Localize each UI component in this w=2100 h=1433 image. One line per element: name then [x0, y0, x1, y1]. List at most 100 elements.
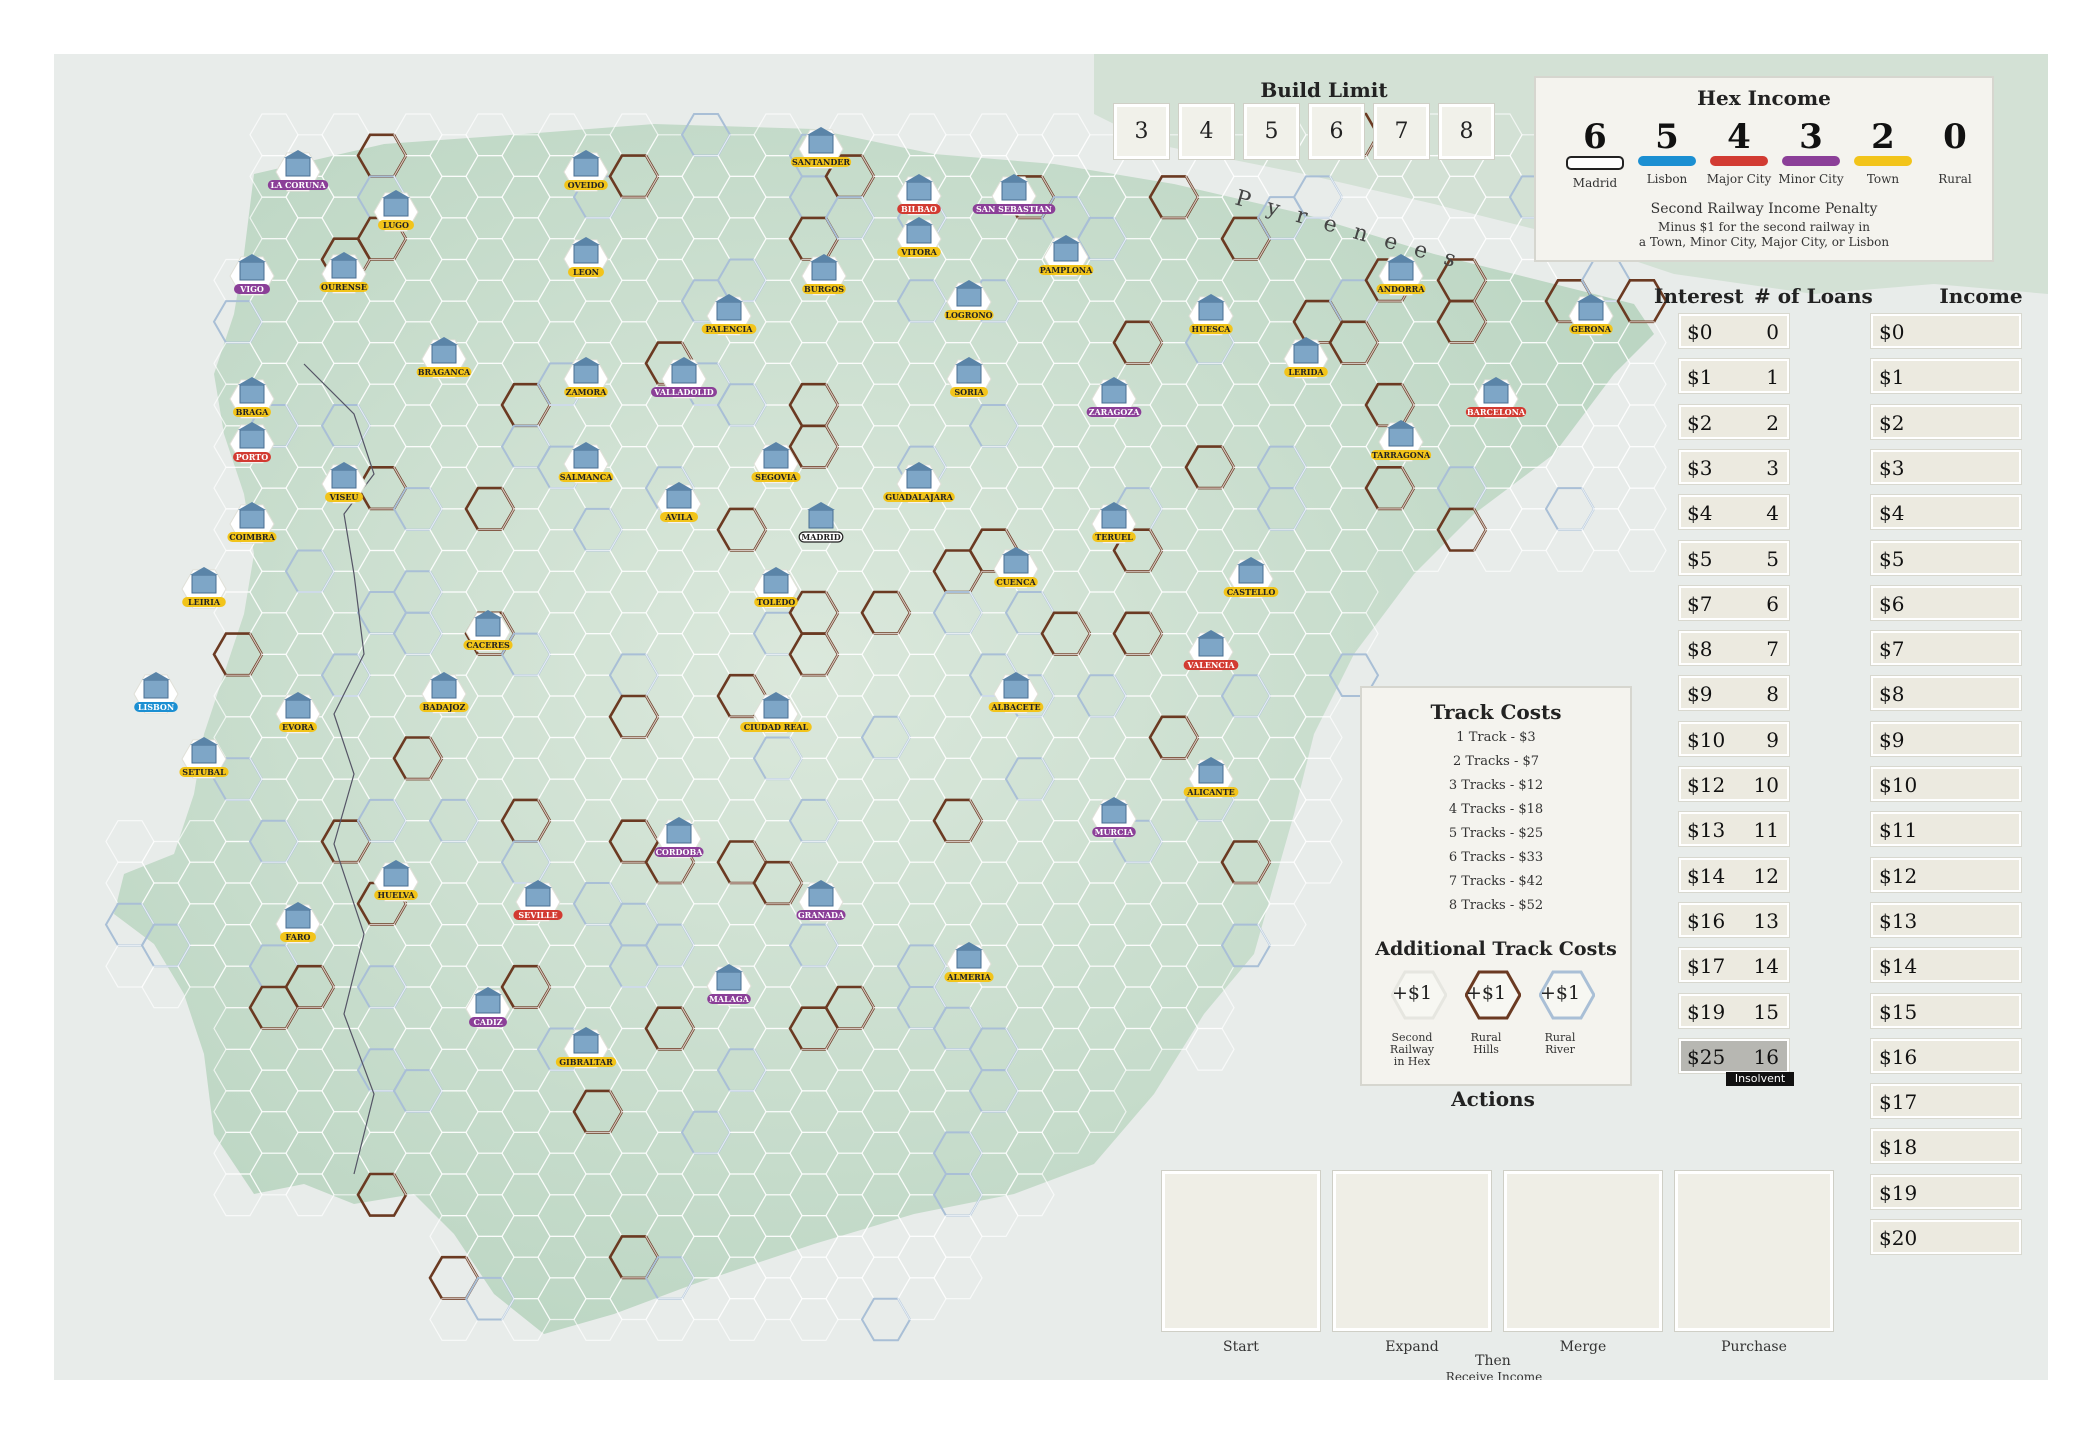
- track-cost-line: 5 Tracks - $25: [1448, 826, 1544, 841]
- building-icon: [239, 429, 265, 449]
- city-label: HUELVA: [377, 890, 415, 900]
- income-row[interactable]: $3: [1870, 448, 2022, 485]
- build-limit-box[interactable]: 7: [1373, 103, 1430, 160]
- building-icon: [573, 1034, 599, 1054]
- building-icon: [956, 949, 982, 969]
- loan-count: 4: [1766, 501, 1779, 526]
- city-label: LERIDA: [1288, 367, 1324, 377]
- additional-cost-value: +$1: [1465, 982, 1507, 1004]
- build-limit-box[interactable]: 3: [1113, 103, 1170, 160]
- loan-row[interactable]: $1 1: [1678, 358, 1790, 395]
- income-row[interactable]: $14: [1870, 947, 2022, 984]
- income-row[interactable]: $17: [1870, 1083, 2022, 1120]
- income-row[interactable]: $8: [1870, 675, 2022, 712]
- interest-header: Interest: [1654, 284, 1744, 308]
- building-icon: [475, 994, 501, 1014]
- loan-row[interactable]: $25 16: [1678, 1037, 1790, 1074]
- income-row[interactable]: $9: [1870, 720, 2022, 757]
- additional-cost-value: +$1: [1539, 982, 1581, 1004]
- income-value: $20: [1879, 1226, 1918, 1250]
- interest-value: $12: [1687, 773, 1726, 797]
- city-label: VIGO: [239, 284, 264, 294]
- income-value: $17: [1879, 1090, 1918, 1115]
- interest-value: $14: [1687, 863, 1726, 888]
- loan-row[interactable]: $16 13: [1678, 901, 1790, 938]
- loan-row[interactable]: $8 7: [1678, 630, 1790, 667]
- building-icon: [763, 699, 789, 719]
- loan-row[interactable]: $12 10: [1678, 766, 1790, 802]
- income-row[interactable]: $15: [1870, 992, 2022, 1029]
- income-row[interactable]: $12: [1870, 856, 2022, 893]
- loan-count: 9: [1766, 727, 1779, 752]
- income-row[interactable]: $7: [1870, 630, 2022, 667]
- hex-income-label: Major City: [1706, 172, 1772, 186]
- city-label: PORTO: [236, 452, 268, 462]
- action-box-expand[interactable]: [1332, 1170, 1492, 1332]
- track-cost-line: 8 Tracks - $52: [1448, 898, 1544, 913]
- loan-row[interactable]: $0 0: [1678, 313, 1790, 349]
- loan-row[interactable]: $13 11: [1678, 811, 1790, 848]
- income-row[interactable]: $10: [1870, 766, 2022, 802]
- building-icon: [143, 679, 169, 699]
- action-box-purchase[interactable]: [1674, 1170, 1834, 1332]
- building-icon: [573, 449, 599, 469]
- income-row[interactable]: $0: [1870, 313, 2022, 349]
- build-limit-box[interactable]: 4: [1178, 103, 1235, 160]
- city-label: VALENCIA: [1186, 660, 1235, 670]
- income-row[interactable]: $4: [1870, 494, 2022, 531]
- income-row[interactable]: $11: [1870, 811, 2022, 848]
- loan-row[interactable]: $4 4: [1678, 494, 1790, 531]
- building-icon: [906, 181, 932, 201]
- action-box-start[interactable]: [1161, 1170, 1321, 1332]
- loan-row[interactable]: $7 6: [1678, 584, 1790, 621]
- build-limit-box[interactable]: 5: [1243, 103, 1300, 160]
- loan-row[interactable]: $3 3: [1678, 448, 1790, 485]
- city-label: BRAGA: [236, 407, 269, 417]
- interest-value: $13: [1687, 818, 1726, 843]
- city-label: SAN SEBASTIAN: [976, 204, 1052, 214]
- city-label: VALLADOLID: [653, 387, 714, 397]
- loan-count: 12: [1753, 863, 1779, 888]
- income-row[interactable]: $6: [1870, 584, 2022, 621]
- action-box-merge[interactable]: [1503, 1170, 1663, 1332]
- building-icon: [383, 867, 409, 887]
- additional-cost-label: River: [1545, 1043, 1575, 1056]
- city-label: FARO: [285, 932, 310, 942]
- penalty-line2: a Town, Minor City, Major City, or Lisbo…: [1638, 235, 1890, 249]
- building-icon: [573, 157, 599, 177]
- loan-row[interactable]: $14 12: [1678, 856, 1790, 893]
- track-cost-line: 6 Tracks - $33: [1448, 850, 1544, 865]
- income-row[interactable]: $5: [1870, 539, 2022, 576]
- income-row[interactable]: $13: [1870, 901, 2022, 938]
- income-row[interactable]: $16: [1870, 1037, 2022, 1074]
- income-row[interactable]: $1: [1870, 358, 2022, 395]
- build-limit-box[interactable]: 8: [1438, 103, 1495, 160]
- interest-value: $8: [1687, 637, 1713, 662]
- income-value: $5: [1879, 546, 1905, 571]
- loan-row[interactable]: $9 8: [1678, 675, 1790, 712]
- interest-value: $16: [1687, 908, 1726, 933]
- city-label: SEVILLE: [518, 910, 557, 920]
- building-icon: [331, 259, 357, 279]
- loan-row[interactable]: $10 9: [1678, 720, 1790, 757]
- income-row[interactable]: $20: [1870, 1219, 2022, 1255]
- additional-cost-item: +$1 Rural River: [1532, 970, 1602, 1056]
- hex-income-item: 3 Minor City: [1776, 118, 1846, 186]
- income-row[interactable]: $18: [1870, 1128, 2022, 1165]
- income-header: Income: [1939, 284, 2023, 308]
- building-icon: [1388, 261, 1414, 281]
- income-row[interactable]: $2: [1870, 403, 2022, 440]
- loan-count: 3: [1766, 455, 1779, 480]
- loan-row[interactable]: $19 15: [1678, 992, 1790, 1029]
- loan-row[interactable]: $17 14: [1678, 947, 1790, 984]
- city-label: EVORA: [282, 722, 315, 732]
- build-limit-box[interactable]: 6: [1308, 103, 1365, 160]
- actions-title: Actions: [1451, 1087, 1535, 1111]
- loan-row[interactable]: $2 2: [1678, 403, 1790, 440]
- loan-row[interactable]: $5 5: [1678, 539, 1790, 576]
- city-label: CUENCA: [996, 577, 1036, 587]
- hex-income-color: [1638, 156, 1696, 166]
- income-row[interactable]: $19: [1870, 1173, 2022, 1210]
- income-value: $3: [1879, 455, 1905, 480]
- city-label: COIMBRA: [229, 532, 275, 542]
